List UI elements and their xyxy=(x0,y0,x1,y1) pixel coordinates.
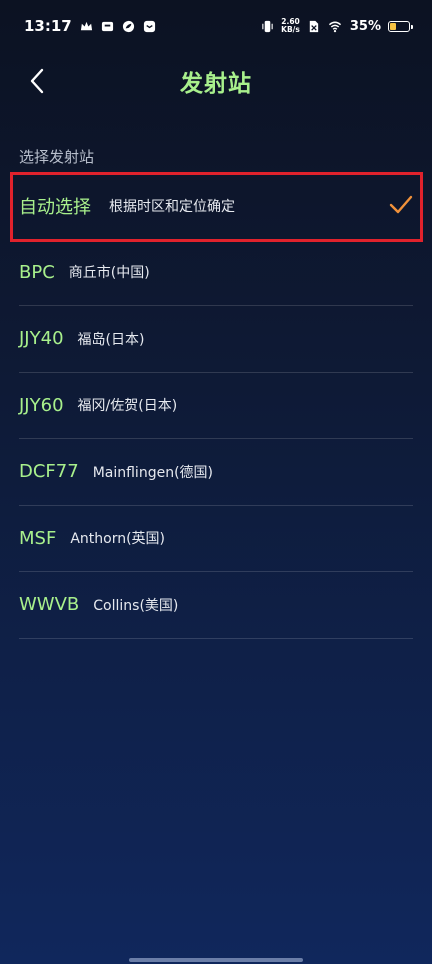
no-sim-icon xyxy=(309,20,319,32)
page-header: 发射站 xyxy=(0,56,432,106)
station-desc: 商丘市(中国) xyxy=(68,265,150,282)
station-desc: 根据时区和定位确定 xyxy=(109,199,235,216)
chevron-left-icon xyxy=(30,68,44,94)
vibrate-icon xyxy=(262,20,273,32)
station-item-auto[interactable]: 自动选择 根据时区和定位确定 xyxy=(19,173,413,240)
station-desc: Mainflingen(德国) xyxy=(92,464,213,481)
network-speed-unit: KB/s xyxy=(281,25,300,34)
message-icon xyxy=(143,20,155,32)
section-label: 选择发射站 xyxy=(19,148,95,166)
wifi-icon xyxy=(328,21,341,32)
crown-icon xyxy=(80,21,92,30)
network-speed: 2.60 KB/s xyxy=(281,18,300,34)
station-item-wwvb[interactable]: WWVB Collins(美国) xyxy=(19,572,413,639)
home-indicator[interactable] xyxy=(129,958,303,962)
station-code: MSF xyxy=(19,527,57,549)
station-desc: 福岛(日本) xyxy=(77,331,145,348)
station-code: JJY60 xyxy=(19,394,64,416)
battery-percent: 35% xyxy=(349,18,381,34)
station-desc: Anthorn(英国) xyxy=(70,531,165,548)
status-time: 13:17 xyxy=(24,17,72,35)
status-right: 2.60 KB/s 35% xyxy=(261,18,413,34)
station-item-bpc[interactable]: BPC 商丘市(中国) xyxy=(19,240,413,306)
station-item-jjy40[interactable]: JJY40 福岛(日本) xyxy=(19,306,413,373)
station-item-msf[interactable]: MSF Anthorn(英国) xyxy=(19,506,413,572)
leaf-app-icon xyxy=(122,20,134,32)
station-code: BPC xyxy=(19,261,55,283)
station-code: JJY40 xyxy=(19,328,64,350)
page-title: 发射站 xyxy=(180,71,252,97)
station-code: WWVB xyxy=(19,594,80,616)
status-left: 13:17 xyxy=(24,17,156,35)
station-desc: Collins(美国) xyxy=(93,597,179,614)
station-item-jjy60[interactable]: JJY60 福冈/佐贺(日本) xyxy=(19,373,413,439)
status-bar: 13:17 2.60 KB/s 35% xyxy=(0,0,432,52)
back-button[interactable] xyxy=(20,64,54,98)
battery-icon xyxy=(388,20,413,32)
station-desc: 福冈/佐贺(日本) xyxy=(77,398,178,415)
app-store-icon xyxy=(101,21,113,31)
station-list: 自动选择 根据时区和定位确定 BPC 商丘市(中国) JJY40 福岛(日本) … xyxy=(0,173,432,639)
station-code: 自动选择 xyxy=(19,197,91,219)
station-item-dcf77[interactable]: DCF77 Mainflingen(德国) xyxy=(19,439,413,506)
battery-fill xyxy=(390,22,397,30)
checkmark-icon xyxy=(389,195,413,214)
station-code: DCF77 xyxy=(19,461,79,483)
